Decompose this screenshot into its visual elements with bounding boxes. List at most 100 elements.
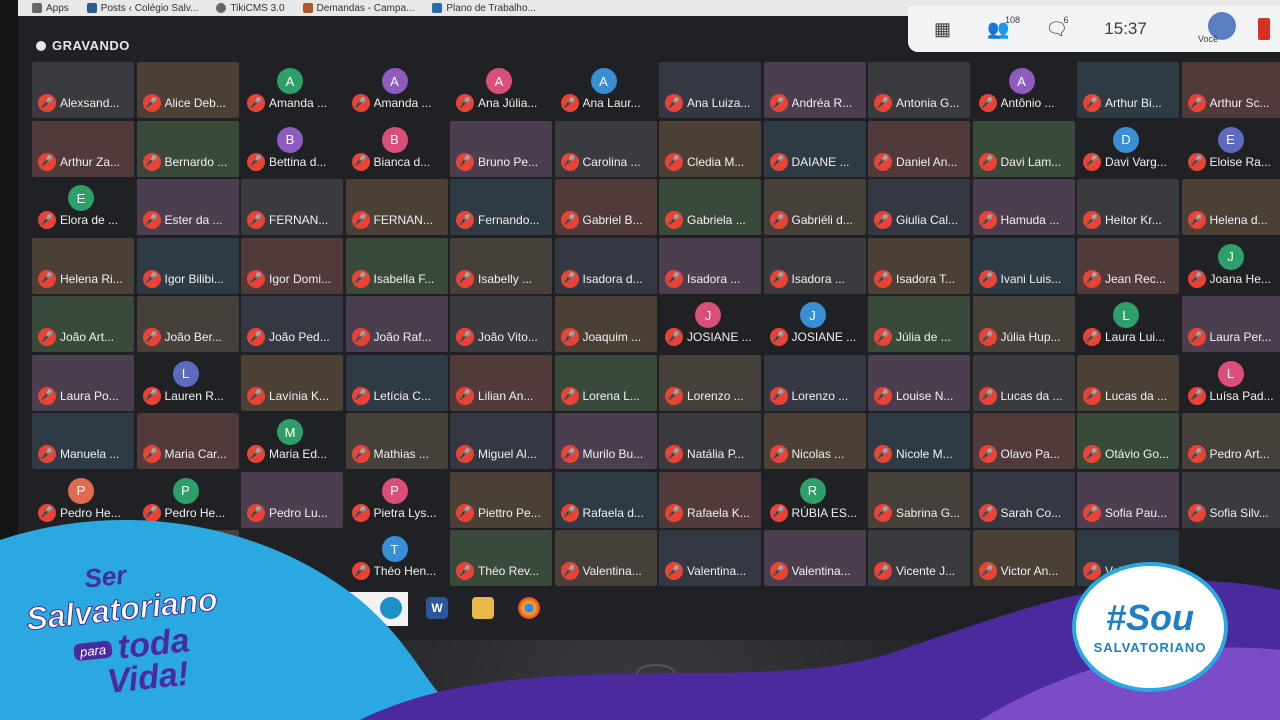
participant-tile[interactable]: 🎤 Helena Ri... — [32, 237, 134, 294]
participant-tile[interactable]: 🎤 Pedro Art... — [1181, 413, 1280, 469]
participant-tile[interactable]: 🎤 Valentina... — [554, 530, 657, 586]
participant-tile[interactable]: 🎤 Lucas da ... — [1077, 354, 1179, 411]
participant-tile[interactable]: M 🎤 Maria Ed... — [241, 413, 343, 469]
participant-tile[interactable]: 🎤 Ester da ... — [136, 179, 239, 235]
participant-tile[interactable]: 🎤 João Ber... — [136, 296, 239, 352]
participant-tile[interactable]: 🎤 Jean Rec... — [1077, 237, 1179, 294]
participant-tile[interactable]: 🎤 Isadora ... — [763, 237, 866, 294]
bookmark-tikicms[interactable]: TikiCMS 3.0 — [216, 3, 285, 14]
file-explorer-icon[interactable] — [472, 597, 494, 619]
participant-tile[interactable]: A 🎤 Ana Júlia... — [450, 62, 552, 118]
participant-tile[interactable]: 🎤 Manuela ... — [32, 413, 134, 469]
bookmark-demandas[interactable]: Demandas - Campa... — [302, 3, 414, 14]
participant-tile[interactable]: 🎤 Mathias ... — [345, 413, 448, 469]
participant-tile[interactable]: 🎤 Victor An... — [972, 530, 1075, 586]
participant-tile[interactable]: 🎤 Rafaela K... — [659, 471, 761, 528]
participant-tile[interactable]: 🎤 Nicole M... — [868, 413, 970, 469]
participant-tile[interactable]: 🎤 Louise N... — [868, 354, 970, 411]
participant-tile[interactable]: 🎤 Igor Bilibi... — [136, 237, 239, 294]
participant-tile[interactable]: 🎤 Lorena L... — [554, 354, 657, 411]
participant-tile[interactable]: 🎤 Júlia de ... — [868, 296, 970, 352]
chat-button[interactable]: 🗨 6 — [1045, 15, 1068, 40]
participant-tile[interactable]: 🎤 Gabriéli d... — [763, 179, 866, 235]
participant-tile[interactable]: 🎤 Gabriel B... — [554, 179, 657, 235]
participant-tile[interactable]: 🎤 João Art... — [32, 296, 134, 352]
participant-tile[interactable]: 🎤 DAIANE ... — [763, 120, 866, 177]
participant-tile[interactable]: A 🎤 Antônio ... — [972, 62, 1075, 118]
participant-tile[interactable]: 🎤 Arthur Bi... — [1077, 62, 1179, 118]
participant-tile[interactable]: P 🎤 Pietra Lys... — [345, 471, 448, 528]
participant-tile[interactable]: 🎤 Isadora T... — [868, 237, 970, 294]
participant-tile[interactable]: L 🎤 Lauren R... — [136, 354, 239, 411]
task-view-icon[interactable] — [340, 600, 356, 616]
participant-tile[interactable]: 🎤 Sofia Silv... — [1181, 471, 1280, 528]
participant-tile[interactable]: 🎤 Nicolas ... — [763, 413, 866, 469]
participant-tile[interactable]: 🎤 Rafaela d... — [554, 471, 657, 528]
participant-tile[interactable]: 🎤 FERNAN... — [345, 179, 448, 235]
participants-button[interactable]: 👥 108 — [987, 15, 1020, 40]
participant-tile[interactable]: 🎤 Carolina ... — [554, 120, 657, 177]
participant-tile[interactable]: 🎤 Letícia C... — [345, 354, 448, 411]
participant-tile[interactable]: 🎤 Miguel Al... — [450, 413, 552, 469]
participant-tile[interactable]: 🎤 Otávio Go... — [1077, 413, 1179, 469]
participant-tile[interactable]: 🎤 Sarah Co... — [972, 471, 1075, 528]
participant-tile[interactable]: A 🎤 Amanda ... — [345, 62, 448, 118]
participant-tile[interactable]: 🎤 João Ped... — [241, 296, 343, 352]
participant-tile[interactable]: 🎤 Maria Car... — [136, 413, 239, 469]
word-icon[interactable]: W — [426, 597, 448, 619]
participant-tile[interactable]: 🎤 Arthur Sc... — [1181, 62, 1280, 118]
participant-tile[interactable]: 🎤 Isabelly ... — [450, 237, 552, 294]
participant-tile[interactable]: 🎤 Gabriela ... — [659, 179, 761, 235]
participant-tile[interactable]: 🎤 Piettro Pe... — [450, 471, 552, 528]
participant-tile[interactable]: E 🎤 Eloise Ra... — [1181, 120, 1280, 177]
participant-tile[interactable]: 🎤 Alice Deb... — [136, 62, 239, 118]
participant-tile[interactable]: 🎤 Sabrina G... — [868, 471, 970, 528]
participant-tile[interactable]: 🎤 Lorenzo ... — [763, 354, 866, 411]
participant-tile[interactable]: 🎤 Hamuda ... — [972, 179, 1075, 235]
participant-tile[interactable]: J 🎤 JOSIANE ... — [659, 296, 761, 352]
participant-tile[interactable]: 🎤 Antonia G... — [868, 62, 970, 118]
participant-tile[interactable]: 🎤 Joaquim ... — [554, 296, 657, 352]
bookmark-apps[interactable]: Apps — [32, 3, 69, 14]
bookmark-posts[interactable]: Posts ‹ Colégio Salv... — [86, 3, 198, 14]
participant-tile[interactable]: 🎤 Vicente J... — [868, 530, 970, 586]
participant-tile[interactable]: 🎤 Lavínia K... — [241, 354, 343, 411]
participant-tile[interactable]: 🎤 Daniel An... — [868, 120, 970, 177]
participant-tile[interactable]: P 🎤 Pedro He... — [32, 471, 134, 528]
participant-tile[interactable]: A 🎤 Ana Laur... — [554, 62, 657, 118]
participant-tile[interactable]: 🎤 Théo Rev... — [450, 530, 552, 586]
participant-tile[interactable]: 🎤 Isadora ... — [659, 237, 761, 294]
participant-tile[interactable]: 🎤 FERNAN... — [241, 179, 343, 235]
participant-tile[interactable]: 🎤 João Vito... — [450, 296, 552, 352]
participant-tile[interactable]: 🎤 Alexsand... — [32, 62, 134, 118]
participant-tile[interactable]: 🎤 Giulia Cal... — [868, 179, 970, 235]
edge-icon[interactable] — [380, 597, 402, 619]
participant-tile[interactable]: 🎤 Valentina... — [659, 530, 761, 586]
participant-tile[interactable]: 🎤 Igor Domi... — [241, 237, 343, 294]
participant-tile[interactable]: J 🎤 Joana He... — [1181, 237, 1280, 294]
participant-tile[interactable]: 🎤 Laura Po... — [32, 354, 134, 411]
participant-tile[interactable]: 🎤 Murilo Bu... — [554, 413, 657, 469]
participant-tile[interactable]: 🎤 Ana Luiza... — [659, 62, 761, 118]
chrome-icon[interactable] — [518, 597, 540, 619]
participant-tile[interactable]: 🎤 Isadora d... — [554, 237, 657, 294]
participant-tile[interactable]: T 🎤 Théo Hen... — [345, 530, 448, 586]
participant-tile[interactable]: 🎤 Sofia Pau... — [1077, 471, 1179, 528]
participant-tile[interactable]: 🎤 Cledia M... — [659, 120, 761, 177]
participant-tile[interactable]: B 🎤 Bianca d... — [345, 120, 448, 177]
participant-tile[interactable]: 🎤 Bruno Pe... — [450, 120, 552, 177]
participant-tile[interactable]: 🎤 Davi Lam... — [972, 120, 1075, 177]
participant-tile[interactable]: 🎤 Olavo Pa... — [972, 413, 1075, 469]
participant-tile[interactable]: 🎤 Arthur Za... — [32, 120, 134, 177]
participant-tile[interactable]: R 🎤 RÚBIA ES... — [763, 471, 866, 528]
participant-tile[interactable]: 🎤 Bernardo ... — [136, 120, 239, 177]
participant-tile[interactable]: 🎤 Júlia Hup... — [972, 296, 1075, 352]
participant-tile[interactable]: P 🎤 Pedro He... — [136, 471, 239, 528]
participant-tile[interactable]: 🎤 Andréa R... — [763, 62, 866, 118]
participant-tile[interactable]: 🎤 Ivani Luis... — [972, 237, 1075, 294]
participant-tile[interactable]: 🎤 Lorenzo ... — [659, 354, 761, 411]
participant-tile[interactable]: B 🎤 Bettina d... — [241, 120, 343, 177]
participant-tile[interactable]: 🎤 Valentina... — [763, 530, 866, 586]
participant-tile[interactable]: A 🎤 Amanda ... — [241, 62, 343, 118]
grid-layout-button[interactable]: ▦ — [934, 19, 951, 40]
